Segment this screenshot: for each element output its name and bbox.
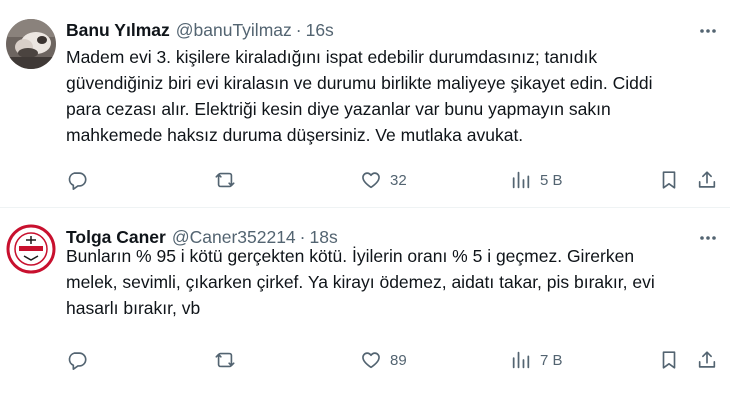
- user-handle[interactable]: @banuTyilmaz: [176, 20, 292, 41]
- reply-button[interactable]: [66, 346, 88, 374]
- views-button[interactable]: 5 B: [510, 166, 563, 194]
- like-icon: [362, 172, 380, 189]
- retweet-icon: [215, 172, 235, 188]
- like-count: 89: [390, 351, 407, 369]
- share-button[interactable]: [696, 346, 718, 374]
- tweet[interactable]: Banu Yılmaz @banuTyilmaz · 16s Madem evi…: [0, 0, 730, 208]
- views-count: 5 B: [540, 171, 563, 189]
- tweet-actions: 32 5 B: [66, 166, 720, 194]
- display-name[interactable]: Banu Yılmaz: [66, 20, 170, 41]
- retweet-button[interactable]: [214, 166, 236, 194]
- reply-icon: [68, 352, 87, 370]
- tweet-text: Madem evi 3. kişilere kiraladığını ispat…: [66, 47, 653, 145]
- bookmark-icon: [662, 171, 676, 189]
- tweet-header: Banu Yılmaz @banuTyilmaz · 16s: [66, 18, 334, 42]
- views-icon: [512, 171, 530, 189]
- tweet-actions: 89 7 B: [66, 346, 720, 374]
- like-button[interactable]: 32: [360, 166, 407, 194]
- views-button[interactable]: 7 B: [510, 346, 563, 374]
- like-icon: [362, 352, 380, 369]
- tweet[interactable]: Tolga Caner @Caner352214 · 18s Bunların …: [0, 208, 730, 420]
- timestamp[interactable]: 16s: [306, 20, 334, 41]
- bookmark-button[interactable]: [658, 346, 680, 374]
- bookmark-button[interactable]: [658, 166, 680, 194]
- views-icon: [512, 351, 530, 369]
- reply-button[interactable]: [66, 166, 88, 194]
- like-count: 32: [390, 171, 407, 189]
- retweet-icon: [215, 352, 235, 368]
- avatar-badge-icon: [6, 224, 56, 274]
- separator-dot: ·: [295, 19, 302, 40]
- like-button[interactable]: 89: [360, 346, 407, 374]
- bookmark-icon: [662, 351, 676, 369]
- avatar-photo-icon: [6, 19, 56, 69]
- more-options-button[interactable]: [696, 19, 720, 43]
- avatar[interactable]: [6, 19, 56, 69]
- retweet-button[interactable]: [214, 346, 236, 374]
- views-count: 7 B: [540, 351, 563, 369]
- share-button[interactable]: [696, 166, 718, 194]
- more-icon: [700, 29, 716, 33]
- tweet-text: Bunların % 95 i kötü gerçekten kötü. İyi…: [66, 246, 655, 318]
- share-icon: [698, 351, 716, 368]
- avatar[interactable]: [6, 224, 56, 274]
- share-icon: [698, 171, 716, 188]
- reply-icon: [68, 172, 87, 190]
